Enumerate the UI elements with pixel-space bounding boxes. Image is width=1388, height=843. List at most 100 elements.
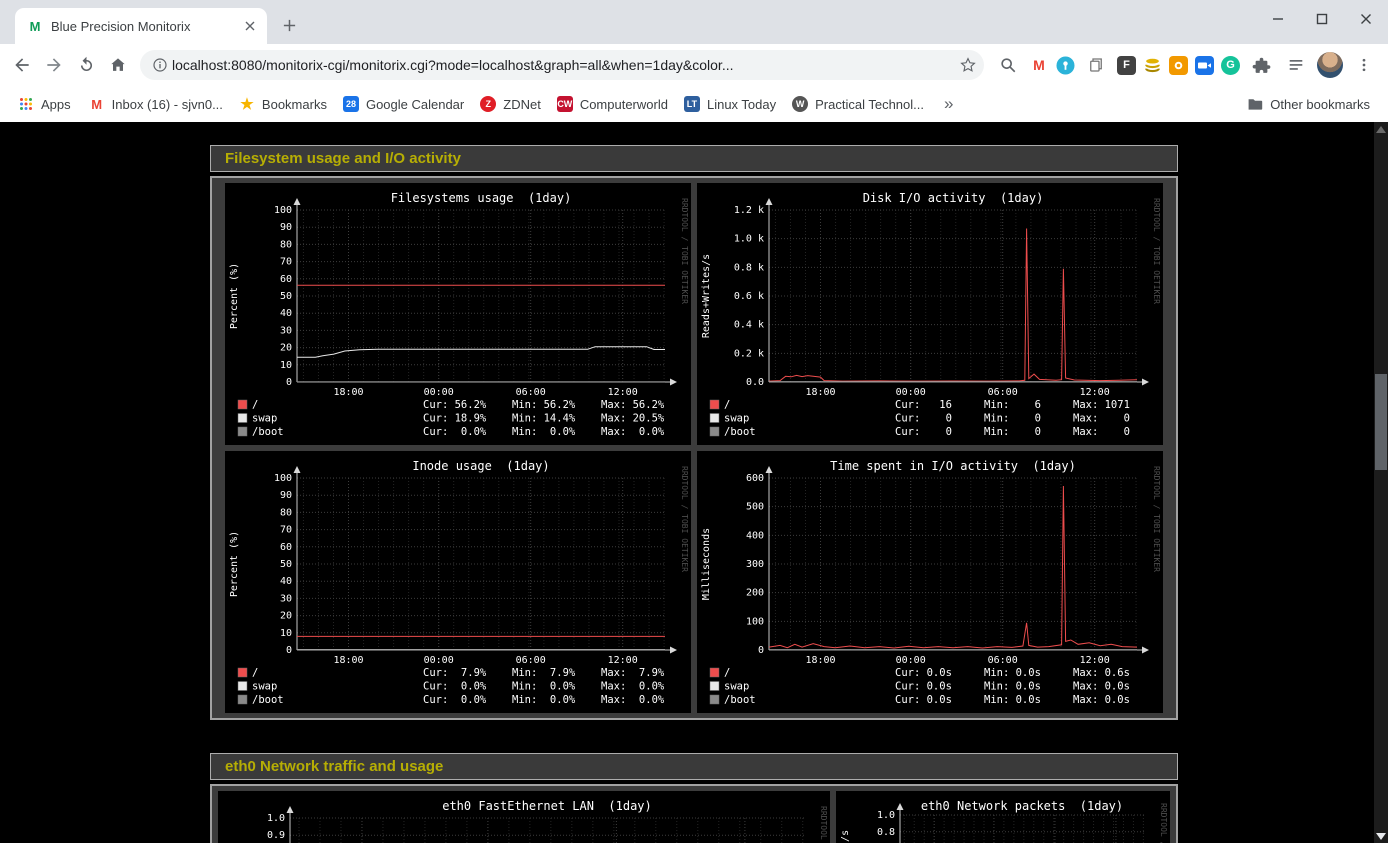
bookmark-label: ZDNet <box>503 97 541 112</box>
svg-text:18:00: 18:00 <box>333 387 363 398</box>
video-call-icon[interactable] <box>1195 56 1214 75</box>
bookmark-label: Inbox (16) - sjvn0... <box>112 97 223 112</box>
svg-text:400: 400 <box>746 530 764 541</box>
graph-disk-io-activity[interactable]: 0.00.2 k0.4 k0.6 k0.8 k1.0 k1.2 k18:0000… <box>697 183 1163 445</box>
graph-eth0-lan[interactable]: 0.00.10.20.30.40.50.60.70.80.91.018:0000… <box>218 791 830 843</box>
svg-text:0.9: 0.9 <box>267 830 285 841</box>
forward-button[interactable] <box>40 51 68 79</box>
svg-text:30: 30 <box>280 593 292 604</box>
other-bookmarks-label: Other bookmarks <box>1270 97 1370 112</box>
svg-text:70: 70 <box>280 525 292 536</box>
svg-text:18:00: 18:00 <box>333 655 363 666</box>
address-bar[interactable]: localhost:8080/monitorix-cgi/monitorix.c… <box>140 50 984 80</box>
svg-text:Max: 0.0s: Max: 0.0s <box>1073 681 1130 693</box>
svg-text:Min: 0: Min: 0 <box>984 413 1041 425</box>
bookmarks-bar: Apps M Inbox (16) - sjvn0... ★Bookmarks28G… <box>0 86 1388 122</box>
home-button[interactable] <box>104 51 132 79</box>
graph-filesystems-usage[interactable]: 010203040506070809010018:0000:0006:0012:… <box>225 183 691 445</box>
filesystem-graphs-panel: 010203040506070809010018:0000:0006:0012:… <box>210 176 1178 720</box>
page-info-icon[interactable] <box>152 57 168 73</box>
monitorix-favicon: M <box>27 18 43 34</box>
svg-text:/boot: /boot <box>252 694 284 706</box>
svg-text:Min: 0.0s: Min: 0.0s <box>984 667 1041 679</box>
graph-inode-usage[interactable]: 010203040506070809010018:0000:0006:0012:… <box>225 451 691 713</box>
bookmark-label: Bookmarks <box>262 97 327 112</box>
bookmark-item[interactable]: LT Linux Today <box>676 93 784 115</box>
svg-text:50: 50 <box>280 291 292 302</box>
svg-text:Cur: 0.0%: Cur: 0.0% <box>423 694 487 706</box>
copy-icon[interactable] <box>1082 51 1110 79</box>
graph-time-io-activity[interactable]: 010020030040050060018:0000:0006:0012:00T… <box>697 451 1163 713</box>
svg-text:00:00: 00:00 <box>896 387 926 398</box>
svg-text:40: 40 <box>280 576 292 587</box>
svg-text:Max: 1071: Max: 1071 <box>1073 399 1130 411</box>
svg-text:500: 500 <box>746 502 764 513</box>
bookmark-item[interactable]: ★Bookmarks <box>231 93 335 115</box>
svg-text:60: 60 <box>280 274 292 285</box>
svg-text:00:00: 00:00 <box>424 655 454 666</box>
svg-text:30: 30 <box>280 325 292 336</box>
reload-button[interactable] <box>72 51 100 79</box>
menu-kebab-icon[interactable] <box>1350 51 1378 79</box>
profile-avatar[interactable] <box>1317 52 1343 78</box>
stack-icon[interactable] <box>1143 56 1162 75</box>
svg-text:Max: 0.0%: Max: 0.0% <box>601 681 665 693</box>
svg-text:Reads+Writes/s: Reads+Writes/s <box>701 254 712 338</box>
svg-text:0: 0 <box>286 377 292 388</box>
svg-text:20: 20 <box>280 343 292 354</box>
svg-text:Percent (%): Percent (%) <box>229 531 240 597</box>
grammarly-icon[interactable]: G <box>1221 56 1240 75</box>
svg-text:Min: 0.0%: Min: 0.0% <box>512 681 576 693</box>
camera-extension-icon[interactable] <box>1169 56 1188 75</box>
back-button[interactable] <box>8 51 36 79</box>
svg-text:Min: 6: Min: 6 <box>984 399 1041 411</box>
extension-f-icon[interactable]: F <box>1117 56 1136 75</box>
bookmark-label: Linux Today <box>707 97 776 112</box>
svg-text:/: / <box>724 667 730 679</box>
network-graphs-panel: 0.00.10.20.30.40.50.60.70.80.91.018:0000… <box>210 784 1178 843</box>
tab-close-icon[interactable] <box>239 15 261 37</box>
scroll-up-arrow[interactable] <box>1374 122 1388 136</box>
graph-eth0-packets[interactable]: 0.00.20.40.60.81.018:0000:0006:0012:00et… <box>836 791 1170 843</box>
wordpress-icon: W <box>792 96 808 112</box>
bookmarks-overflow-chevron[interactable]: » <box>934 94 963 114</box>
svg-text:Min: 0.0%: Min: 0.0% <box>512 426 576 438</box>
linux-today-icon: LT <box>684 96 700 112</box>
bookmark-item[interactable]: M Inbox (16) - sjvn0... <box>81 93 231 115</box>
svg-text:Min: 0.0s: Min: 0.0s <box>984 694 1041 706</box>
bookmark-item[interactable]: Z ZDNet <box>472 93 549 115</box>
bookmark-label: Practical Technol... <box>815 97 924 112</box>
reading-list-icon[interactable] <box>1282 51 1310 79</box>
svg-text:Min: 56.2%: Min: 56.2% <box>512 399 576 411</box>
browser-tab[interactable]: M Blue Precision Monitorix <box>15 8 267 44</box>
bookmark-item[interactable]: 28Google Calendar <box>335 93 472 115</box>
zdnet-icon: Z <box>480 96 496 112</box>
close-button[interactable] <box>1352 5 1380 33</box>
svg-text:20: 20 <box>280 611 292 622</box>
url-text[interactable]: localhost:8080/monitorix-cgi/monitorix.c… <box>172 57 950 73</box>
scrollbar[interactable] <box>1374 122 1388 843</box>
svg-text:Percent (%): Percent (%) <box>229 263 240 329</box>
new-tab-button[interactable] <box>275 11 303 39</box>
scrollbar-thumb[interactable] <box>1375 374 1387 470</box>
bookmark-item[interactable]: W Practical Technol... <box>784 93 932 115</box>
svg-text:Disk I/O activity (1day): Disk I/O activity (1day) <box>863 191 1044 205</box>
other-bookmarks[interactable]: Other bookmarks <box>1239 93 1378 115</box>
bookmark-star-icon[interactable] <box>954 51 982 79</box>
svg-text:06:00: 06:00 <box>988 387 1018 398</box>
svg-text:0.4 k: 0.4 k <box>734 320 764 331</box>
gmail-icon[interactable]: M <box>1029 57 1049 73</box>
bookmark-label: Google Calendar <box>366 97 464 112</box>
monitorix-page: Filesystem usage and I/O activity 010203… <box>0 122 1388 843</box>
maximize-button[interactable] <box>1308 5 1336 33</box>
apps-shortcut[interactable]: Apps <box>10 93 79 115</box>
svg-text:06:00: 06:00 <box>988 655 1018 666</box>
search-icon[interactable] <box>994 51 1022 79</box>
password-key-icon[interactable] <box>1056 56 1075 75</box>
gmail-icon: M <box>89 96 105 112</box>
minimize-button[interactable] <box>1264 5 1292 33</box>
extensions-puzzle-icon[interactable] <box>1247 51 1275 79</box>
scroll-down-arrow[interactable] <box>1374 829 1388 843</box>
bookmark-item[interactable]: CWComputerworld <box>549 93 676 115</box>
svg-text:RRDTOOL / TOBI OETIKER: RRDTOOL / TOBI OETIKER <box>1159 803 1168 843</box>
